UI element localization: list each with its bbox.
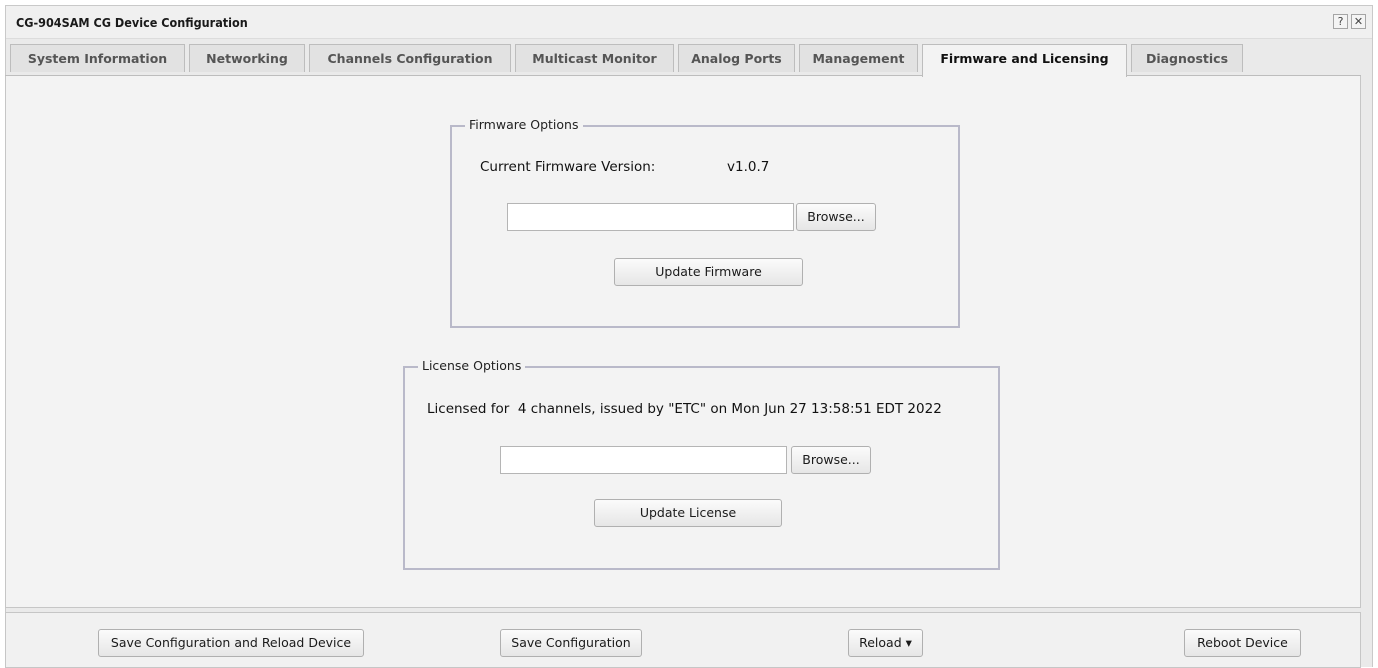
firmware-options-fieldset: Firmware Options Current Firmware Versio… bbox=[450, 117, 960, 328]
reboot-device-button[interactable]: Reboot Device bbox=[1184, 629, 1301, 657]
tab-management[interactable]: Management bbox=[799, 44, 918, 72]
window-titlebar: CG-904SAM CG Device Configuration ? ✕ bbox=[6, 6, 1372, 39]
current-firmware-label: Current Firmware Version: bbox=[480, 159, 656, 175]
save-configuration-button[interactable]: Save Configuration bbox=[500, 629, 642, 657]
tab-firmware-and-licensing[interactable]: Firmware and Licensing bbox=[922, 44, 1127, 77]
firmware-file-input[interactable] bbox=[507, 203, 794, 231]
tab-content-panel: Firmware Options Current Firmware Versio… bbox=[5, 76, 1361, 608]
tab-system-information[interactable]: System Information bbox=[10, 44, 185, 72]
save-and-reload-button[interactable]: Save Configuration and Reload Device bbox=[98, 629, 364, 657]
license-options-legend: License Options bbox=[418, 358, 526, 373]
tab-networking[interactable]: Networking bbox=[189, 44, 305, 72]
tab-analog-ports[interactable]: Analog Ports bbox=[678, 44, 795, 72]
firmware-options-legend: Firmware Options bbox=[465, 117, 583, 132]
close-icon[interactable]: ✕ bbox=[1351, 14, 1366, 29]
current-firmware-value: v1.0.7 bbox=[727, 159, 770, 175]
license-options-fieldset: License Options Licensed for 4 channels,… bbox=[403, 358, 1000, 570]
tab-bar: System Information Networking Channels C… bbox=[5, 40, 1361, 77]
tab-multicast-monitor[interactable]: Multicast Monitor bbox=[515, 44, 674, 72]
update-license-button[interactable]: Update License bbox=[594, 499, 782, 527]
update-firmware-button[interactable]: Update Firmware bbox=[614, 258, 803, 286]
reload-dropdown-button[interactable]: Reload ▾ bbox=[848, 629, 923, 657]
tab-channels-configuration[interactable]: Channels Configuration bbox=[309, 44, 511, 72]
footer-toolbar: Save Configuration and Reload Device Sav… bbox=[5, 612, 1361, 668]
firmware-browse-button[interactable]: Browse... bbox=[796, 203, 876, 231]
tab-diagnostics[interactable]: Diagnostics bbox=[1131, 44, 1243, 72]
window-title: CG-904SAM CG Device Configuration bbox=[16, 15, 248, 30]
license-file-input[interactable] bbox=[500, 446, 787, 474]
help-icon[interactable]: ? bbox=[1333, 14, 1348, 29]
license-info-text: Licensed for 4 channels, issued by "ETC"… bbox=[427, 401, 942, 417]
license-browse-button[interactable]: Browse... bbox=[791, 446, 871, 474]
